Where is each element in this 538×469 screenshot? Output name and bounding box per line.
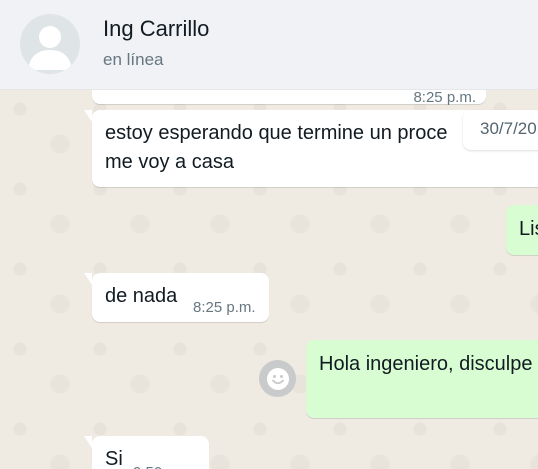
smiley-icon xyxy=(266,367,289,390)
message-bubble[interactable]: Lis xyxy=(506,205,538,255)
contact-status: en línea xyxy=(103,50,164,69)
bubble-tail xyxy=(84,273,92,285)
contact-avatar[interactable] xyxy=(20,14,80,74)
message-bubble[interactable]: Hola ingeniero, disculpe xyxy=(306,340,538,418)
message-time: 9:50 p.m. xyxy=(133,458,196,469)
bubble-tail xyxy=(84,110,92,122)
message-bubble[interactable]: 8:25 p.m. xyxy=(92,89,486,106)
message-text: de nada xyxy=(105,285,178,307)
user-silhouette-icon xyxy=(28,26,72,70)
message-bubble[interactable]: Si 9:50 p.m. xyxy=(84,436,209,469)
message-text: me voy a casa xyxy=(105,151,234,173)
message-time: 8:25 p.m. xyxy=(193,299,256,316)
message-text: Si xyxy=(105,448,123,469)
message-time: 8:25 p.m. xyxy=(413,89,476,106)
chat-header: Ing Carrillo en línea xyxy=(0,0,538,90)
message-list[interactable]: 8:25 p.m. estoy esperando que termine un… xyxy=(0,89,538,469)
bubble-tail xyxy=(84,436,92,448)
message-text: estoy esperando que termine un proce xyxy=(105,122,448,144)
date-chip: 30/7/20 xyxy=(463,110,538,150)
contact-name[interactable]: Ing Carrillo xyxy=(103,16,209,42)
message-text: Hola ingeniero, disculpe xyxy=(319,353,533,375)
message-text: Lis xyxy=(519,218,538,240)
message-bubble[interactable]: de nada 8:25 p.m. xyxy=(84,273,269,322)
reaction-button[interactable] xyxy=(259,360,296,397)
